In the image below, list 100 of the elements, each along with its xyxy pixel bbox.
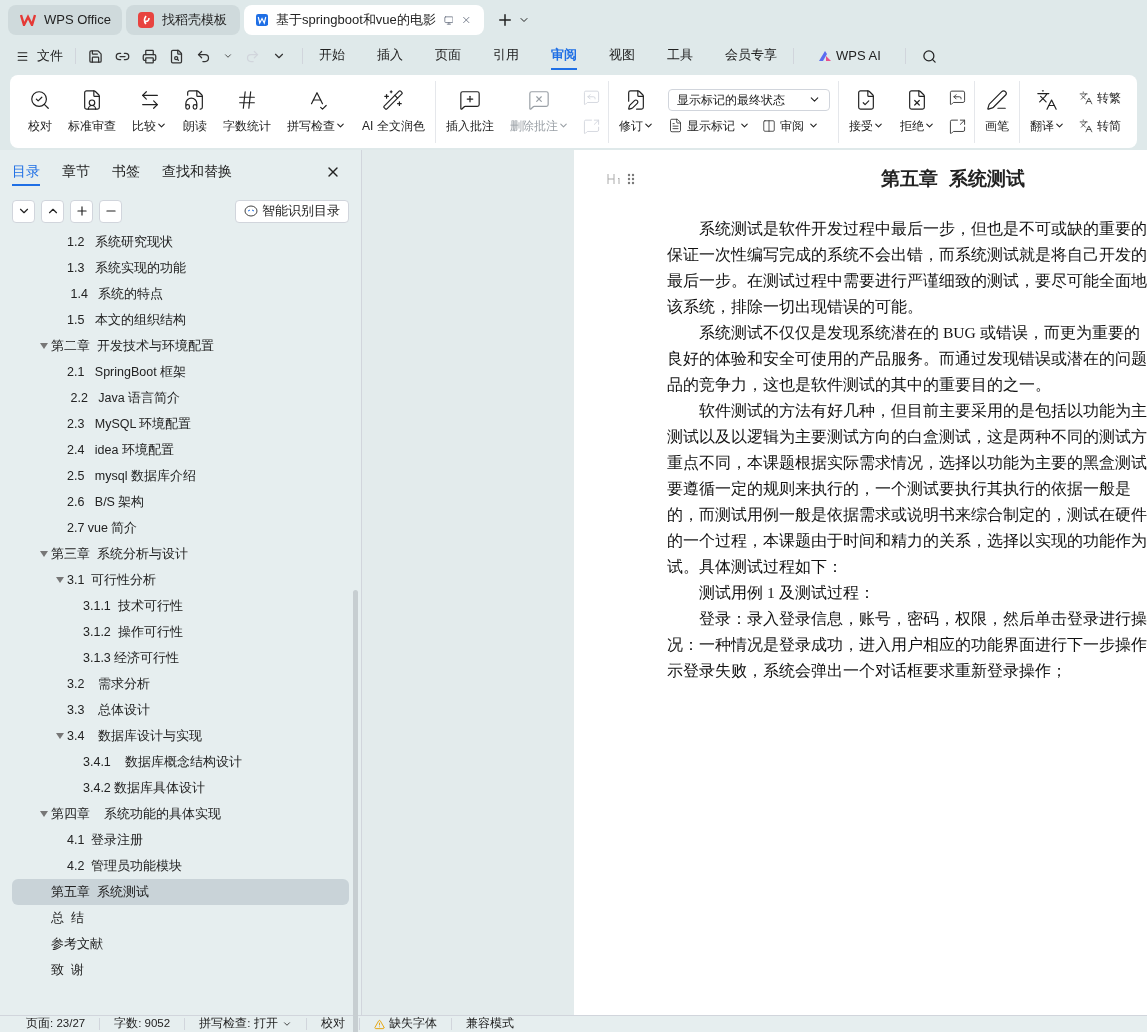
new-tab-icon[interactable] [496, 11, 514, 29]
toc-item[interactable]: 3.2 需求分析 [12, 671, 350, 697]
save-icon[interactable] [88, 48, 103, 64]
expanded-triangle-icon[interactable] [56, 576, 64, 584]
document-tab[interactable]: WPS Office [8, 5, 122, 35]
ribbon-tab[interactable]: 会员专享 [725, 42, 777, 70]
status-item[interactable]: 缺失字体 [388, 1018, 437, 1030]
ribbon-button[interactable]: 标准审查 [62, 81, 122, 142]
ribbon-tab[interactable]: 审阅 [551, 42, 577, 70]
ribbon-button[interactable]: 修订 [612, 81, 660, 142]
collapse-button[interactable] [12, 199, 35, 223]
panel-tab[interactable]: 章节 [62, 158, 90, 186]
ribbon-tab[interactable]: 视图 [609, 42, 635, 70]
caret-icon [281, 1019, 292, 1029]
toc-item[interactable]: 3.1.2 操作可行性 [12, 619, 350, 645]
toc-item[interactable]: 1.5 本文的组织结构 [12, 307, 350, 333]
status-item[interactable]: 页面: 23/27 [26, 1018, 86, 1030]
toc-item[interactable]: 参考文献 [12, 931, 350, 957]
expanded-triangle-icon[interactable] [40, 342, 48, 350]
expand-up-button[interactable] [41, 199, 64, 223]
toc-item[interactable]: 2.6 B/S 架构 [12, 489, 350, 515]
toc-item[interactable]: 1.2 系统研究现状 [12, 229, 350, 255]
undo-icon[interactable] [196, 48, 211, 64]
add-button[interactable] [70, 199, 93, 223]
remove-button[interactable] [99, 199, 122, 223]
text-line: 要遵循一定的规则来执行的，一个测试要执行其执行的依据一般是 [667, 479, 1131, 499]
scrollbar[interactable] [353, 590, 359, 1032]
monitor-icon[interactable] [443, 13, 454, 27]
toc-item[interactable]: 致 谢 [12, 957, 350, 983]
ribbon-button[interactable]: 接受 [842, 81, 890, 142]
caret-icon [557, 120, 569, 131]
drag-handle-icon[interactable] [627, 173, 635, 185]
status-item[interactable]: 兼容模式 [465, 1018, 514, 1030]
toc-item[interactable]: 3.3 总体设计 [12, 697, 350, 723]
ribbon-button[interactable]: 翻译 [1023, 81, 1071, 142]
toc-item[interactable]: 1.3 系统实现的功能 [12, 255, 350, 281]
toc-item[interactable]: 3.4.1 数据库概念结构设计 [12, 749, 350, 775]
toc-item[interactable]: 第四章 系统功能的具体实现 [12, 801, 350, 827]
print-icon[interactable] [142, 48, 157, 64]
word-count-icon [236, 88, 258, 111]
ribbon-button[interactable]: 比较 [126, 81, 173, 142]
panel-tab[interactable]: 目录 [12, 158, 40, 186]
toc-item[interactable]: 总 结 [12, 905, 350, 931]
file-menu-button[interactable]: 文件 [16, 46, 63, 66]
ribbon-button[interactable]: 校对 [22, 81, 58, 142]
toc-item[interactable]: 3.1.1 技术可行性 [12, 593, 350, 619]
text-line: 最后一步。在测试过程中需要进行严谨细致的测试，要尽可能全面地 [667, 271, 1147, 291]
toc-item[interactable]: 第二章 开发技术与环境配置 [12, 333, 350, 359]
ribbon-button[interactable]: 拼写检查 [281, 81, 352, 142]
ribbon-button[interactable]: 插入批注 [439, 81, 500, 142]
ribbon-button[interactable]: 字数统计 [217, 81, 277, 142]
search-icon[interactable] [921, 48, 937, 64]
ribbon-small-button[interactable]: 转简 [1078, 116, 1121, 135]
template-logo-icon [138, 12, 154, 28]
panel-tab[interactable]: 书签 [112, 158, 140, 186]
ribbon-tab[interactable]: 插入 [377, 42, 403, 70]
document-tab[interactable]: 找稻壳模板 [126, 5, 240, 35]
ribbon-button[interactable]: 画笔 [978, 81, 1015, 142]
toc-item[interactable]: 第五章 系统测试 [12, 879, 350, 905]
toc-item[interactable]: 3.4.2 数据库具体设计 [12, 775, 350, 801]
toc-item[interactable]: 3.4 数据库设计与实现 [12, 723, 350, 749]
toc-item[interactable]: 2.3 MySQL 环境配置 [12, 411, 350, 437]
ribbon-tab[interactable]: 工具 [667, 42, 693, 70]
previous-comment-icon[interactable] [948, 88, 966, 106]
ribbon-tab[interactable]: 页面 [435, 42, 461, 70]
ribbon-small-button[interactable]: 转繁 [1078, 88, 1121, 107]
wps-ai-button[interactable]: WPS AI [818, 46, 881, 66]
ribbon-small-button[interactable]: 显示标记 [667, 116, 750, 135]
toc-item[interactable]: 第三章 系统分析与设计 [12, 541, 350, 567]
status-item[interactable]: 拼写检查: 打开 [199, 1018, 292, 1030]
ribbon-small-button[interactable]: 审阅 [761, 116, 819, 135]
ribbon-button[interactable]: 朗读 [177, 81, 213, 142]
status-item[interactable]: 校对 [320, 1018, 345, 1030]
toc-item[interactable]: 3.1 可行性分析 [12, 567, 350, 593]
toc-item[interactable]: 4.2 管理员功能模块 [12, 853, 350, 879]
toc-item[interactable]: 3.1.3 经济可行性 [12, 645, 350, 671]
print-preview-icon[interactable] [169, 48, 184, 64]
toc-item[interactable]: 2.5 mysql 数据库介绍 [12, 463, 350, 489]
next-comment-icon[interactable] [948, 117, 966, 135]
ribbon-tab[interactable]: 引用 [493, 42, 519, 70]
chapter-heading: 第五章 系统测试 [881, 166, 1025, 191]
toc-item[interactable]: 2.1 SpringBoot 框架 [12, 359, 350, 385]
panel-tab[interactable]: 查找和替换 [162, 158, 232, 186]
warning-icon [373, 1018, 385, 1030]
toc-item[interactable]: 2.4 idea 环境配置 [12, 437, 350, 463]
markup-dropdown[interactable]: 显示标记的最终状态 [667, 88, 830, 111]
heading-marker-icon[interactable] [607, 173, 623, 185]
document-tab[interactable]: 基于springboot和vue的电影 [244, 5, 484, 35]
toc-item[interactable]: 4.1 登录注册 [12, 827, 350, 853]
toc-item[interactable]: 2.7 vue 简介 [12, 515, 350, 541]
ribbon-button[interactable]: AI 全文润色 [356, 81, 431, 142]
ribbon-button[interactable]: 拒绝 [893, 81, 941, 142]
toc-item[interactable]: 2.2 Java 语言简介 [12, 385, 350, 411]
expanded-triangle-icon[interactable] [40, 550, 48, 558]
toc-item[interactable]: 1.4 系统的特点 [12, 281, 350, 307]
status-item[interactable]: 字数: 9052 [114, 1018, 171, 1030]
smart-toc-button[interactable]: 智能识别目录 [235, 199, 350, 223]
expanded-triangle-icon[interactable] [56, 732, 64, 740]
ribbon-tab[interactable]: 开始 [319, 42, 345, 70]
expanded-triangle-icon[interactable] [40, 810, 48, 818]
